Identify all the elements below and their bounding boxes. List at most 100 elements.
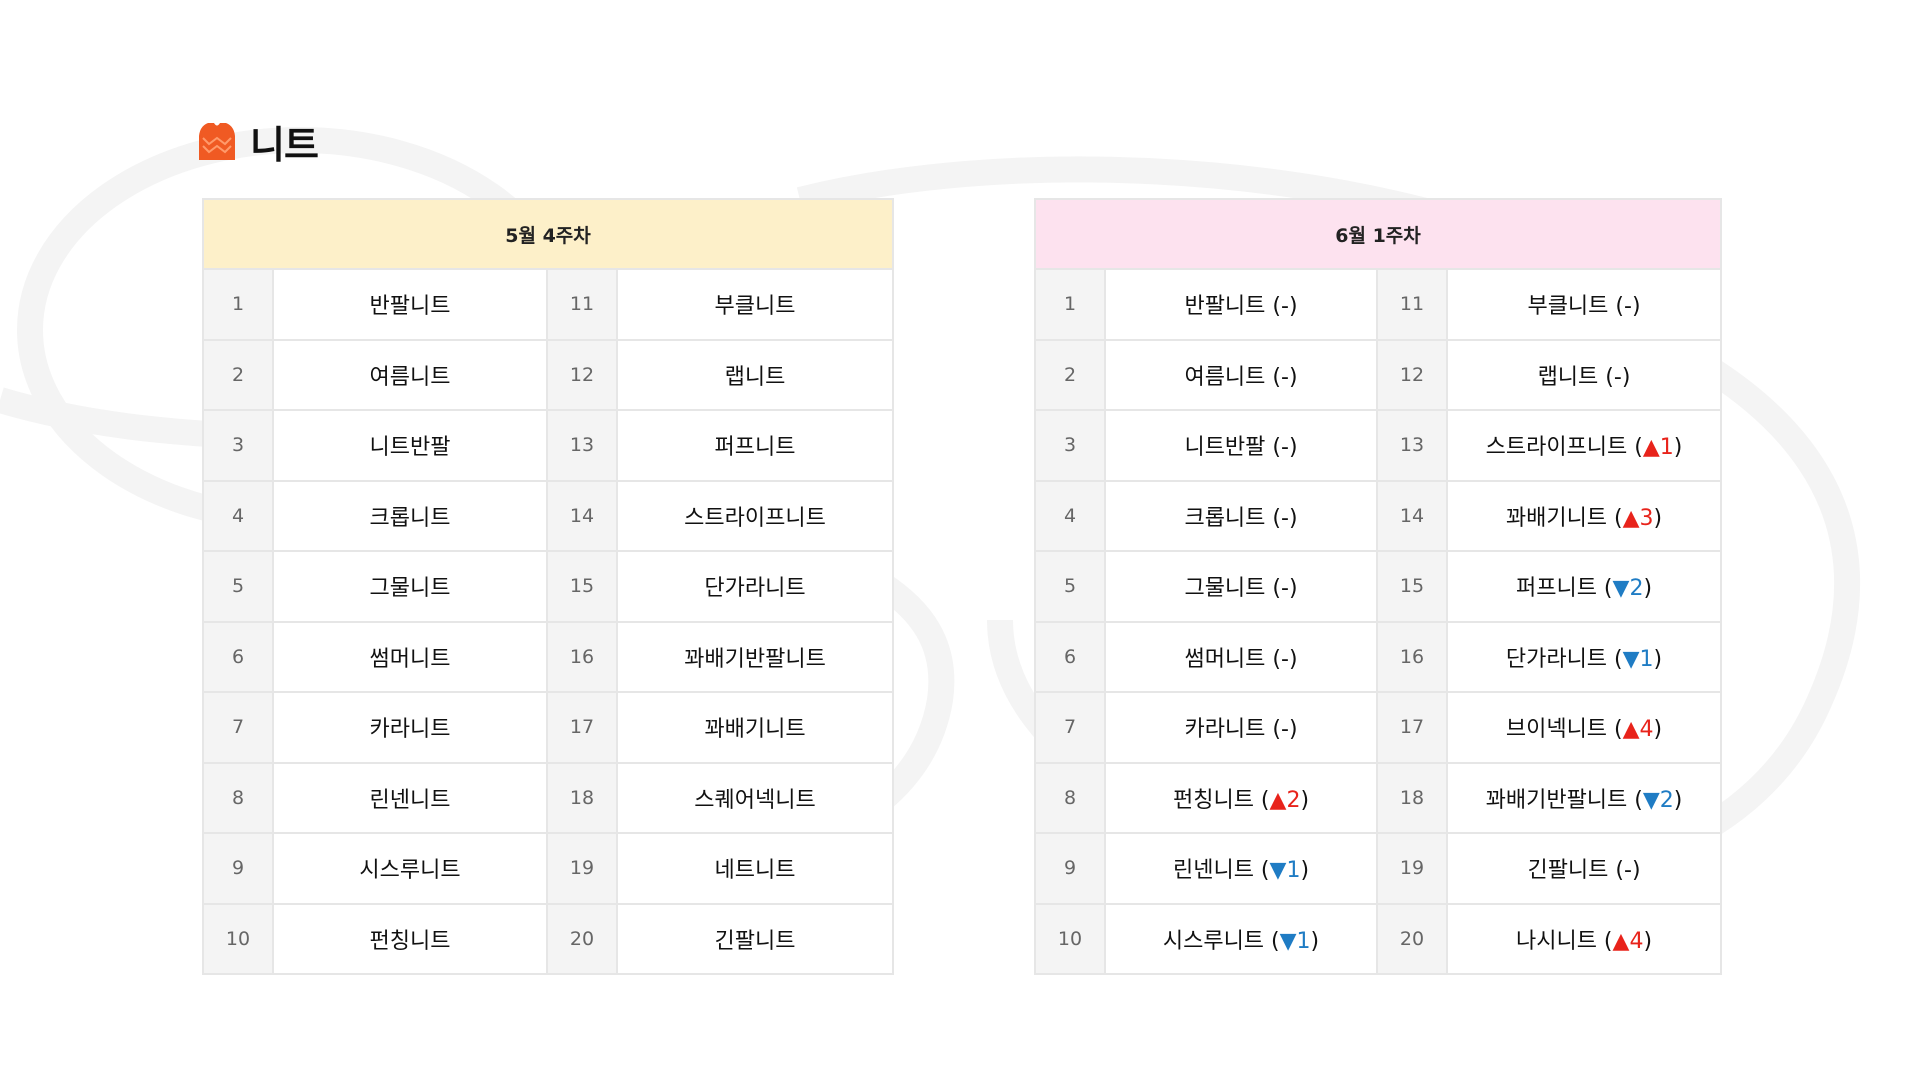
rank-change-value: 1	[1296, 928, 1311, 954]
table-row: 4 크롭니트 14 스트라이프니트	[202, 479, 894, 552]
rank-change: (▲2)	[1253, 787, 1310, 813]
rank-change: (-)	[1265, 435, 1298, 461]
keyword-name: 스퀘어넥니트	[694, 787, 816, 813]
keyword-cell: 카라니트 (-)	[1104, 691, 1378, 764]
rank-number: 18	[546, 761, 618, 834]
rank-number: 5	[202, 550, 274, 623]
rank-number: 12	[546, 338, 618, 411]
rank-number: 15	[1376, 550, 1448, 623]
rank-number: 6	[202, 620, 274, 693]
rank-change-value: -	[1281, 435, 1289, 461]
rank-change-value: 4	[1639, 717, 1654, 743]
rank-up-icon: ▲	[1269, 787, 1287, 813]
keyword-name: 단가라니트	[704, 576, 806, 602]
table-row: 7 카라니트 (-) 17 브이넥니트 (▲4)	[1034, 691, 1722, 764]
keyword-name: 시스루니트	[359, 858, 461, 884]
rank-change-value: -	[1624, 294, 1632, 320]
rank-change: (-)	[1265, 576, 1298, 602]
rank-down-icon: ▼	[1269, 858, 1287, 884]
table-row: 2 여름니트 (-) 12 랩니트 (-)	[1034, 338, 1722, 411]
rank-number: 15	[546, 550, 618, 623]
rank-number: 12	[1376, 338, 1448, 411]
keyword-name: 카라니트	[1184, 717, 1266, 743]
keyword-name: 부클니트	[1527, 294, 1609, 320]
rank-number: 4	[202, 479, 274, 552]
keyword-name: 크롭니트	[369, 505, 451, 531]
keyword-name: 카라니트	[369, 717, 451, 743]
keyword-cell: 부클니트	[616, 268, 894, 341]
keyword-cell: 네트니트	[616, 832, 894, 905]
rank-change: (-)	[1265, 505, 1298, 531]
rank-number: 7	[202, 691, 274, 764]
rank-number: 19	[1376, 832, 1448, 905]
rank-change-value: -	[1281, 294, 1289, 320]
rank-change: (-)	[1598, 364, 1631, 390]
keyword-cell: 카라니트	[272, 691, 548, 764]
rank-number: 10	[1034, 902, 1106, 975]
keyword-name: 랩니트	[1537, 364, 1599, 390]
keyword-name: 니트반팔	[369, 435, 451, 461]
keyword-name: 네트니트	[714, 858, 796, 884]
rank-down-icon: ▼	[1612, 576, 1630, 602]
rank-number: 17	[546, 691, 618, 764]
keyword-cell: 브이넥니트 (▲4)	[1446, 691, 1722, 764]
rank-change-value: -	[1281, 505, 1289, 531]
keyword-name: 꽈배기니트	[1505, 505, 1608, 531]
rank-up-icon: ▲	[1622, 505, 1640, 531]
keyword-cell: 니트반팔 (-)	[1104, 409, 1378, 482]
rank-change-value: -	[1281, 646, 1289, 672]
keyword-cell: 썸머니트	[272, 620, 548, 693]
keyword-cell: 스트라이프니트	[616, 479, 894, 552]
keyword-cell: 반팔니트	[272, 268, 548, 341]
table-row: 7 카라니트 17 꽈배기니트	[202, 691, 894, 764]
table-row: 8 린넨니트 18 스퀘어넥니트	[202, 761, 894, 834]
rank-change: (-)	[1265, 646, 1298, 672]
rank-change: (▼2)	[1627, 787, 1683, 813]
keyword-name: 그물니트	[1184, 576, 1266, 602]
keyword-cell: 꽈배기니트	[616, 691, 894, 764]
rank-change-value: 1	[1286, 858, 1301, 884]
keyword-name: 린넨니트	[369, 787, 451, 813]
rank-number: 10	[202, 902, 274, 975]
keyword-cell: 퍼프니트 (▼2)	[1446, 550, 1722, 623]
keyword-cell: 니트반팔	[272, 409, 548, 482]
rank-change: (▲4)	[1596, 928, 1653, 954]
rank-number: 1	[202, 268, 274, 341]
keyword-cell: 그물니트	[272, 550, 548, 623]
rank-number: 13	[1376, 409, 1448, 482]
rank-number: 16	[546, 620, 618, 693]
table-row: 6 썸머니트 16 꽈배기반팔니트	[202, 620, 894, 693]
keyword-name: 부클니트	[714, 294, 796, 320]
rank-number: 3	[202, 409, 274, 482]
rank-down-icon: ▼	[1279, 928, 1297, 954]
rank-change-value: -	[1613, 364, 1622, 390]
rank-change: (▲4)	[1607, 717, 1663, 743]
rank-number: 4	[1034, 479, 1106, 552]
table-row: 9 린넨니트 (▼1) 19 긴팔니트 (-)	[1034, 832, 1722, 905]
keyword-name: 꽈배기반팔니트	[1485, 787, 1628, 813]
rank-number: 20	[1376, 902, 1448, 975]
rank-change: (-)	[1265, 294, 1298, 320]
rank-change: (▲3)	[1607, 505, 1663, 531]
keyword-name: 썸머니트	[369, 646, 451, 672]
table-row: 3 니트반팔 13 퍼프니트	[202, 409, 894, 482]
table-row: 8 펀칭니트 (▲2) 18 꽈배기반팔니트 (▼2)	[1034, 761, 1722, 834]
rank-number: 18	[1376, 761, 1448, 834]
rank-change-value: 4	[1629, 928, 1644, 954]
keyword-name: 꽈배기반팔니트	[684, 646, 826, 672]
rank-number: 1	[1034, 268, 1106, 341]
keyword-cell: 여름니트	[272, 338, 548, 411]
keyword-cell: 나시니트 (▲4)	[1446, 902, 1722, 975]
rank-number: 7	[1034, 691, 1106, 764]
keyword-name: 펀칭니트	[369, 928, 451, 954]
keyword-name: 퍼프니트	[1515, 576, 1597, 602]
table-row: 10 시스루니트 (▼1) 20 나시니트 (▲4)	[1034, 902, 1722, 975]
ranking-table-june-week1: 6월 1주차 1 반팔니트 (-) 11 부클니트 (-) 2 여름니트 (-) 12 랩니트…	[1034, 198, 1722, 975]
table-row: 5 그물니트 15 단가라니트	[202, 550, 894, 623]
rank-number: 13	[546, 409, 618, 482]
rank-number: 2	[202, 338, 274, 411]
keyword-cell: 긴팔니트	[616, 902, 894, 975]
keyword-cell: 꽈배기반팔니트	[616, 620, 894, 693]
keyword-cell: 스트라이프니트 (▲1)	[1446, 409, 1722, 482]
keyword-name: 시스루니트	[1162, 928, 1265, 954]
